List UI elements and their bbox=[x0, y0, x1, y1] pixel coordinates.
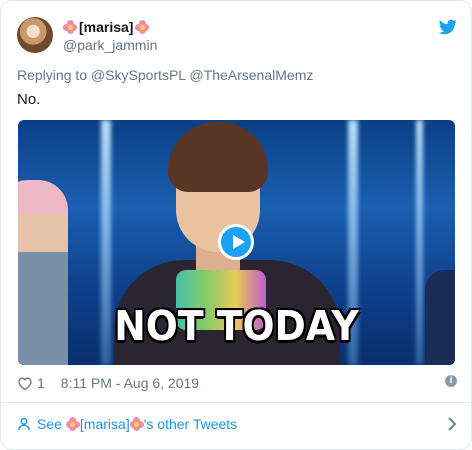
tweet-text: No. bbox=[17, 91, 41, 108]
twitter-bird-icon[interactable] bbox=[439, 19, 457, 35]
see-other-tweets-link[interactable]: See [marisa] 's other Tweets bbox=[17, 413, 457, 435]
heart-icon[interactable] bbox=[17, 376, 33, 391]
timestamp[interactable]: 8:11 PM - Aug 6, 2019 bbox=[61, 375, 199, 391]
hibiscus-icon bbox=[135, 20, 150, 34]
tweet-header: [marisa] @park_jammin bbox=[17, 17, 457, 57]
see-label: See bbox=[37, 416, 62, 432]
display-name[interactable]: [marisa] bbox=[63, 18, 157, 36]
hibiscus-icon bbox=[63, 20, 77, 34]
chevron-right-icon[interactable] bbox=[447, 417, 457, 431]
hibiscus-icon bbox=[65, 417, 80, 431]
person-icon bbox=[18, 417, 30, 431]
like-count[interactable]: 1 bbox=[37, 375, 45, 391]
author-names[interactable]: [marisa] @park_jammin bbox=[63, 18, 157, 53]
tweet-meta: 1 8:11 PM - Aug 6, 2019 i bbox=[17, 373, 457, 393]
avatar[interactable] bbox=[17, 17, 53, 53]
reply-context[interactable]: Replying to @SkySportsPL @TheArsenalMemz bbox=[17, 67, 313, 83]
gif-caption: NOT TODAY bbox=[114, 302, 359, 350]
info-icon[interactable]: i bbox=[445, 375, 457, 387]
tweet-media-video[interactable]: NOT TODAY bbox=[18, 120, 455, 365]
play-icon[interactable] bbox=[218, 224, 254, 260]
display-name-text: [marisa] bbox=[79, 19, 134, 35]
handle: @park_jammin bbox=[63, 37, 158, 53]
tweet-card: [marisa] @park_jammin Replying to @SkySp… bbox=[0, 0, 472, 450]
divider bbox=[1, 402, 471, 403]
hibiscus-icon bbox=[129, 417, 144, 431]
footer-suffix: 's other Tweets bbox=[143, 416, 238, 432]
footer-name: [marisa] bbox=[79, 416, 130, 432]
